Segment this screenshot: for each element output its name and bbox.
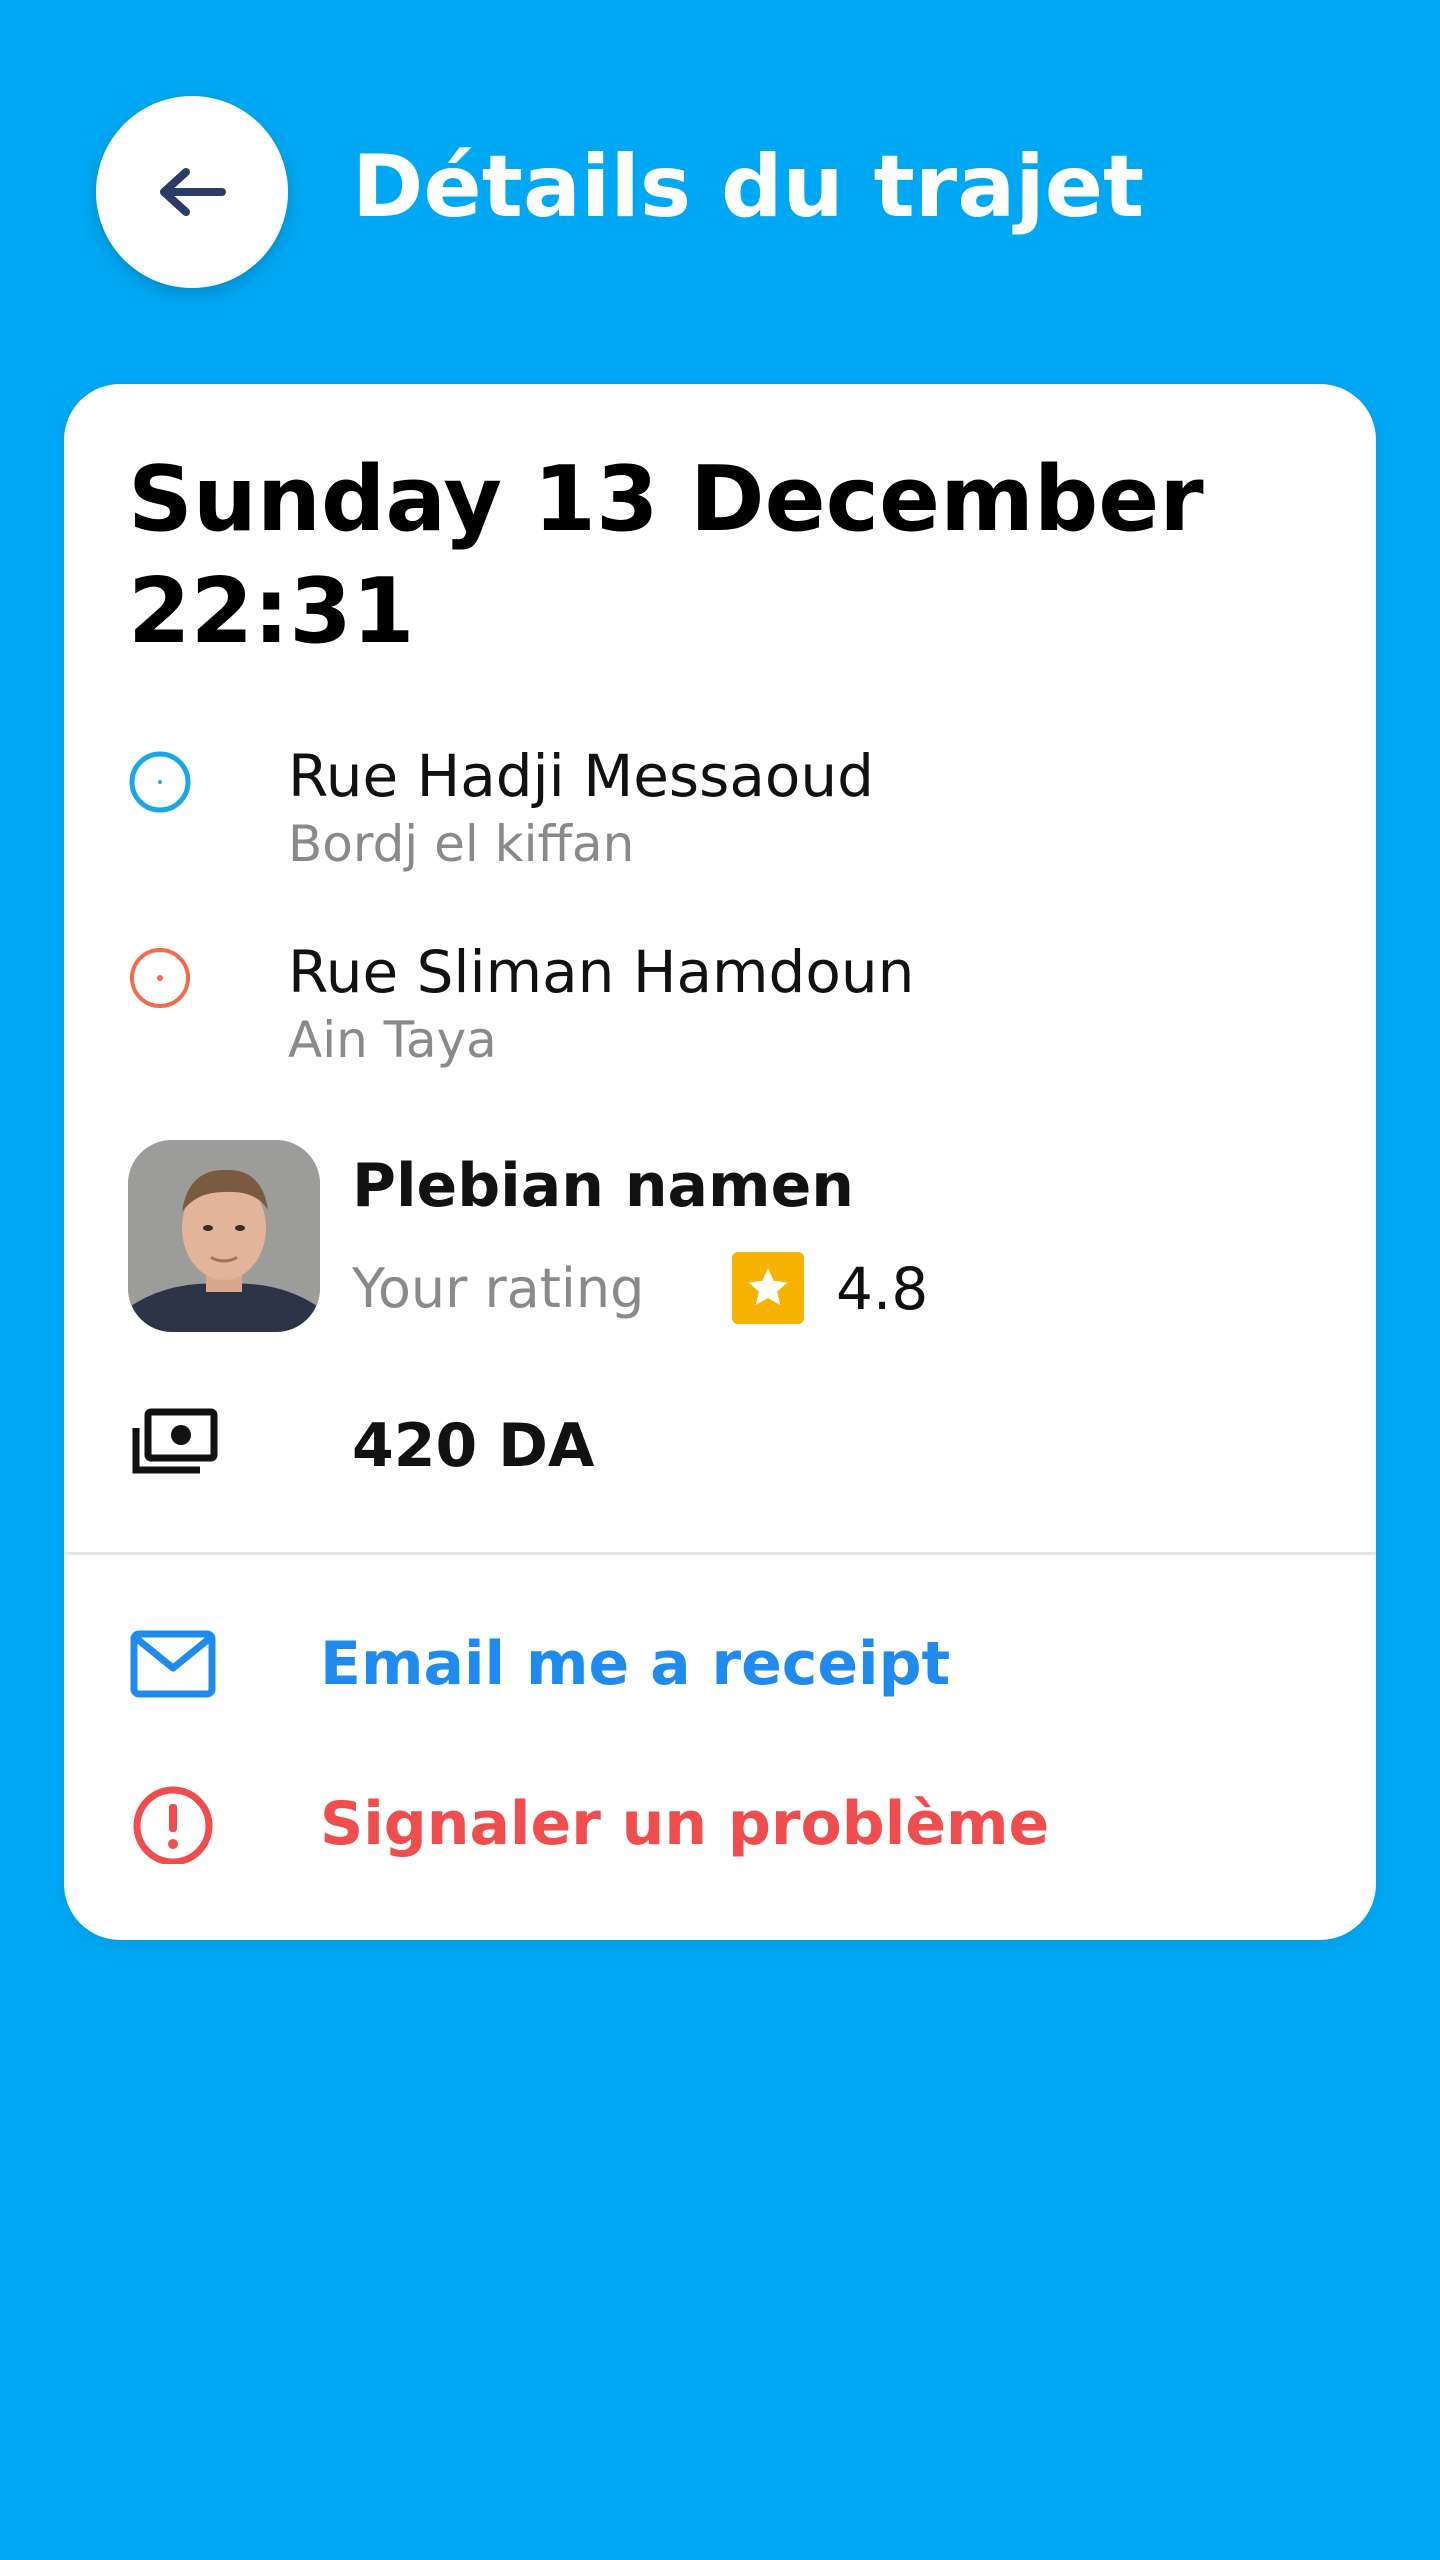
app-header: Détails du trajet <box>0 0 1440 360</box>
mail-icon <box>130 1630 216 1698</box>
pickup-street: Rue Hadji Messaoud <box>288 742 874 810</box>
dropoff-marker-icon <box>130 948 190 1008</box>
star-icon <box>732 1252 804 1324</box>
arrow-left-icon <box>160 168 226 216</box>
report-problem-label: Signaler un problème <box>320 1789 1050 1859</box>
back-button[interactable] <box>96 96 288 288</box>
trip-details-card: Sunday 13 December 22:31 Rue Hadji Messa… <box>64 384 1376 1940</box>
report-problem-button[interactable]: Signaler un problème <box>128 1770 1308 1880</box>
divider <box>64 1552 1376 1555</box>
price-row: 420 DA <box>128 1396 1308 1496</box>
pickup-marker-icon <box>129 751 191 813</box>
dropoff-location: Rue Sliman Hamdoun Ain Taya <box>128 932 1308 1072</box>
pickup-location: Rue Hadji Messaoud Bordj el kiffan <box>128 736 1308 876</box>
trip-date: Sunday 13 December 22:31 <box>128 444 1204 668</box>
trip-date-time: 22:31 <box>128 559 415 664</box>
money-icon <box>132 1408 218 1474</box>
email-receipt-button[interactable]: Email me a receipt <box>128 1610 1308 1720</box>
rating-label: Your rating <box>352 1257 645 1320</box>
alert-icon <box>133 1786 213 1864</box>
trip-date-day: Sunday 13 December <box>128 447 1204 552</box>
dropoff-city: Ain Taya <box>288 1011 497 1069</box>
price-value: 420 DA <box>352 1411 595 1481</box>
driver-name: Plebian namen <box>352 1151 854 1221</box>
driver-avatar <box>128 1140 320 1332</box>
rating-value: 4.8 <box>836 1255 929 1323</box>
dropoff-street: Rue Sliman Hamdoun <box>288 938 915 1006</box>
email-receipt-label: Email me a receipt <box>320 1629 951 1699</box>
page-title: Détails du trajet <box>352 137 1145 237</box>
driver-info: Plebian namen Your rating 4.8 <box>128 1140 1308 1332</box>
pickup-city: Bordj el kiffan <box>288 815 635 873</box>
driver-photo <box>128 1140 320 1332</box>
